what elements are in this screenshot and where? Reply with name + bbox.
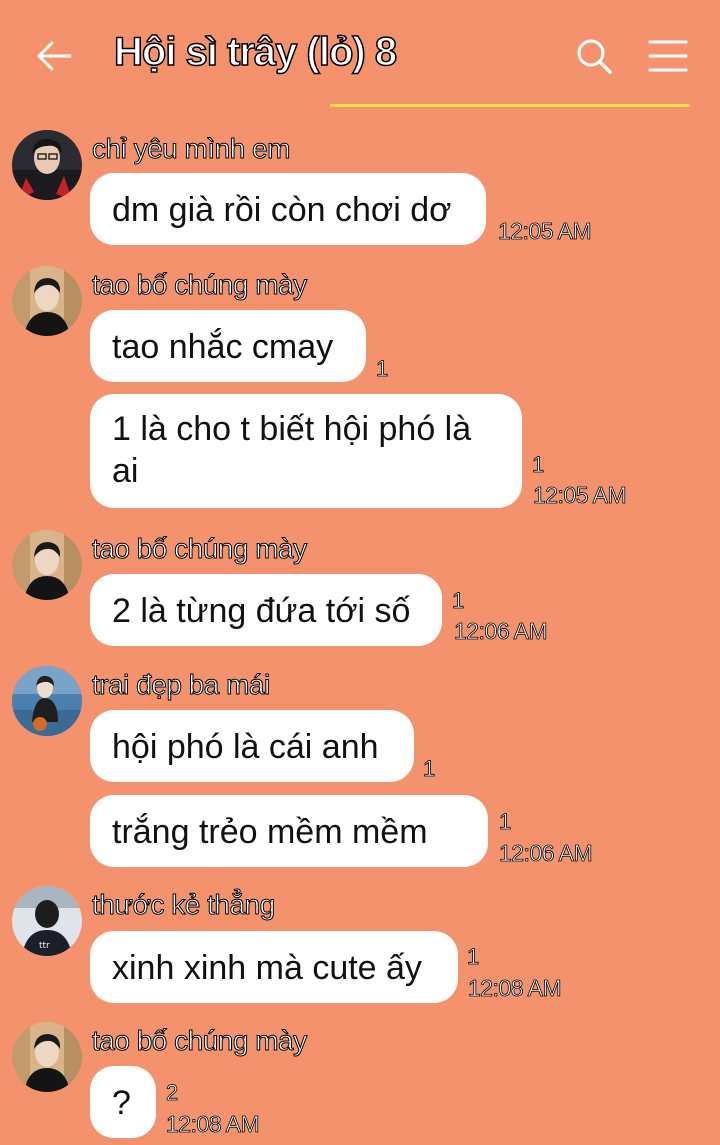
message-time: 12:06 AM [499, 840, 593, 867]
message-bubble[interactable]: ? [90, 1066, 156, 1138]
avatar[interactable] [12, 530, 82, 600]
message-bubble[interactable]: 2 là từng đứa tới số [90, 574, 442, 646]
message-time: 12:05 AM [533, 482, 627, 509]
search-icon[interactable] [574, 36, 614, 76]
read-count: 1 [467, 944, 480, 970]
read-count: 1 [452, 588, 465, 614]
avatar[interactable] [12, 1022, 82, 1092]
chat-header: Hội sì trây (lỏ) 8 [0, 0, 720, 112]
sender-name: tao bố chúng mày [92, 1025, 308, 1057]
avatar[interactable]: ttr [12, 886, 82, 956]
chat-title[interactable]: Hội sì trây (lỏ) 8 [113, 29, 398, 75]
sender-name: tao bố chúng mày [92, 533, 308, 565]
message-bubble[interactable]: 1 là cho t biết hội phó là ai [90, 394, 522, 508]
message-bubble[interactable]: hội phó là cái anh [90, 710, 414, 782]
hamburger-menu-icon[interactable] [648, 38, 688, 74]
read-count: 1 [532, 452, 545, 478]
message-time: 12:08 AM [468, 975, 562, 1002]
read-count: 2 [166, 1080, 179, 1106]
message-bubble[interactable]: dm già rồi còn chơi dơ [90, 173, 486, 245]
message-line: 1 là cho t biết hội phó là [112, 410, 472, 448]
read-count: 1 [423, 756, 436, 782]
sender-name: chỉ yêu mình em [92, 133, 291, 165]
message-bubble[interactable]: tao nhắc cmay [90, 310, 366, 382]
avatar[interactable] [12, 130, 82, 200]
read-count: 1 [499, 809, 512, 835]
svg-text:ttr: ttr [39, 941, 50, 951]
avatar[interactable] [12, 266, 82, 336]
message-bubble[interactable]: trắng trẻo mềm mềm [90, 795, 488, 867]
message-line: ai [112, 452, 139, 490]
message-time: 12:08 AM [166, 1111, 260, 1138]
read-count: 1 [376, 356, 389, 382]
sender-name: tao bố chúng mày [92, 269, 308, 301]
message-time: 12:05 AM [498, 218, 592, 245]
sender-name: thước kẻ thẳng [92, 889, 276, 921]
sender-name: trai đẹp ba mái [92, 669, 271, 701]
message-time: 12:06 AM [454, 618, 548, 645]
message-bubble[interactable]: xinh xinh mà cute ấy [90, 931, 458, 1003]
header-underline [330, 104, 690, 107]
avatar[interactable] [12, 666, 82, 736]
back-arrow-icon[interactable] [34, 36, 74, 76]
